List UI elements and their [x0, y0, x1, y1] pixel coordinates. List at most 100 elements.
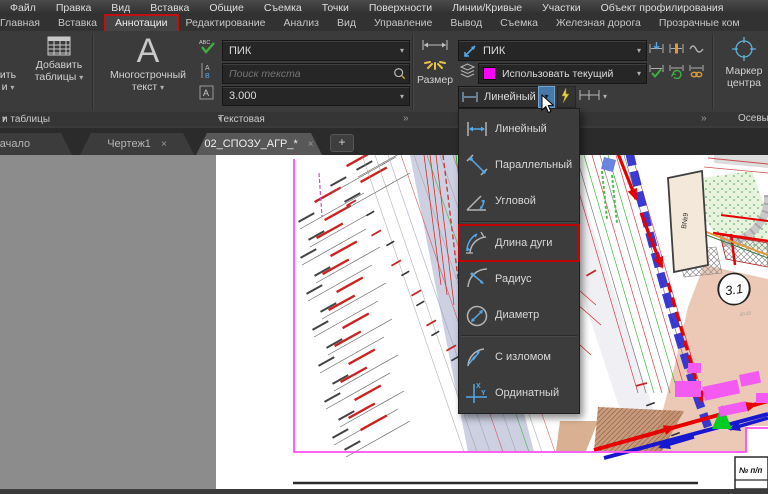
- drawing-viewport[interactable]: В№9 3.1 20.22 № п/п: [0, 133, 768, 490]
- jogged-dimension-icon: [467, 348, 485, 367]
- center-marker-button[interactable]: Маркер центра: [718, 36, 768, 89]
- menu-item-radius[interactable]: Радиус: [459, 261, 579, 297]
- text-align-icon[interactable]: A B: [200, 62, 216, 84]
- menu-item-diameter[interactable]: Диаметр: [459, 297, 579, 333]
- close-icon[interactable]: ×: [161, 139, 167, 150]
- menu-edit[interactable]: Правка: [46, 2, 101, 14]
- doc-tab-drawing1[interactable]: Чертеж1 ×: [80, 133, 194, 155]
- text-style-combo[interactable]: ПИК ▾: [222, 40, 410, 61]
- spell-check-icon[interactable]: ABC: [198, 38, 218, 54]
- dim-text-icon[interactable]: [668, 40, 685, 62]
- add-labels-button[interactable]: ить и ▾: [0, 69, 24, 94]
- table-header-cell: № п/п: [739, 466, 763, 475]
- search-icon[interactable]: [393, 66, 406, 81]
- table-icon: [47, 36, 71, 56]
- angular-dimension-icon: [466, 195, 486, 211]
- ribbon-tab-analysis[interactable]: Анализ: [275, 16, 328, 31]
- ribbon-tab-manage[interactable]: Управление: [365, 16, 441, 31]
- dim-type-split-button[interactable]: Линейный: [458, 86, 540, 108]
- text-panel-expander[interactable]: »: [403, 113, 409, 124]
- svg-text:X: X: [476, 383, 481, 390]
- layers-icon: [459, 62, 476, 84]
- menu-bar: Файл Правка Вид Вставка Общие Съемка Точ…: [0, 0, 768, 15]
- ribbon: ить и ▾ Добавить таблицы ▾ A Многострочн…: [0, 31, 768, 130]
- menu-item-linear[interactable]: Линейный: [459, 111, 579, 147]
- linear-dim-icon: [462, 92, 478, 102]
- svg-text:A: A: [205, 65, 210, 72]
- ordinate-dimension-icon: X Y: [466, 383, 487, 403]
- menu-profiling-object[interactable]: Объект профилирования: [591, 2, 734, 14]
- menu-item-ordinate[interactable]: X Y Ординатный: [459, 375, 579, 411]
- doc-tab-spozu[interactable]: 02_СПОЗУ_АГР_* ×: [196, 133, 322, 155]
- layer-color-swatch: [483, 67, 496, 80]
- dim-chain-button[interactable]: [578, 86, 602, 106]
- svg-text:ABC: ABC: [199, 40, 210, 46]
- dimension-button[interactable]: Размер: [413, 38, 457, 86]
- dropdown-arrow-icon: ▾: [160, 83, 165, 92]
- search-input[interactable]: [223, 66, 393, 81]
- center-panel-title: Осевые: [738, 113, 768, 124]
- add-tables-button[interactable]: Добавить таблицы ▾: [30, 36, 88, 84]
- dropdown-arrow-icon: ▾: [636, 69, 641, 78]
- dim-panel-expander[interactable]: »: [701, 113, 707, 124]
- menu-general[interactable]: Общие: [199, 2, 254, 14]
- panel-label-row: и таблицы ▾ Текстовая ▾ » Размеры ▾ » Ос…: [0, 112, 768, 126]
- ribbon-tab-output[interactable]: Вывод: [441, 16, 491, 31]
- quick-dimension-button[interactable]: [557, 86, 576, 108]
- ribbon-tab-insert[interactable]: Вставка: [49, 16, 106, 31]
- mtext-button[interactable]: A Многострочный текст ▾: [100, 33, 196, 94]
- doc-tab-start[interactable]: Начало: [0, 133, 72, 155]
- menu-item-angular[interactable]: Угловой: [459, 183, 579, 219]
- dim-update-icon[interactable]: [648, 40, 665, 62]
- callout-number: 3.1: [724, 281, 744, 298]
- ribbon-tab-survey[interactable]: Съемка: [491, 16, 547, 31]
- menu-item-jogged[interactable]: С изломом: [459, 339, 579, 375]
- dimension-icon: [422, 40, 448, 50]
- wavy-line-icon[interactable]: [688, 40, 705, 62]
- linear-dimension-icon: [467, 122, 487, 136]
- menu-item-arc-length[interactable]: Длина дуги: [458, 224, 580, 262]
- close-icon[interactable]: ×: [308, 139, 314, 150]
- menu-surfaces[interactable]: Поверхности: [359, 2, 442, 14]
- menu-insert[interactable]: Вставка: [140, 2, 199, 14]
- text-height-icon: A: [199, 85, 214, 105]
- aligned-dimension-icon: [466, 154, 488, 176]
- ribbon-tab-editing[interactable]: Редактирование: [177, 16, 275, 31]
- ribbon-tab-home[interactable]: Главная: [0, 16, 49, 31]
- dropdown-arrow-icon: ▾: [399, 46, 404, 55]
- sparkle-icon: [424, 61, 446, 70]
- ribbon-tab-railway[interactable]: Железная дорога: [547, 16, 650, 31]
- dim-style-combo[interactable]: ПИК ▾: [458, 40, 647, 61]
- menu-file[interactable]: Файл: [0, 2, 46, 14]
- menu-separator: [461, 335, 577, 337]
- new-tab-button[interactable]: +: [330, 134, 354, 152]
- menu-view[interactable]: Вид: [101, 2, 140, 14]
- dropdown-arrow-icon[interactable]: ▾: [603, 92, 607, 101]
- legend-tables: № п/п: [293, 456, 768, 490]
- ribbon-tab-view[interactable]: Вид: [328, 16, 365, 31]
- radius-dimension-icon: [467, 268, 488, 288]
- menu-item-aligned[interactable]: Параллельный: [459, 147, 579, 183]
- ribbon-tab-row: Главная Вставка Аннотации Редактирование…: [0, 13, 768, 33]
- dim-layer-combo[interactable]: Использовать текущий ▾: [478, 63, 647, 84]
- svg-text:B: B: [205, 73, 210, 79]
- menu-survey[interactable]: Съемка: [254, 2, 312, 14]
- dimension-type-dropdown: Линейный Параллельный Угловой Длина дуги: [458, 108, 580, 414]
- building-footprint: В№9: [667, 169, 709, 274]
- text-height-combo[interactable]: 3.000 ▾: [222, 86, 410, 106]
- menu-lines-curves[interactable]: Линии/Кривые: [442, 2, 532, 14]
- dim-refresh-icon[interactable]: [668, 62, 685, 84]
- text-search-field[interactable]: [222, 63, 410, 84]
- menu-separator: [461, 221, 577, 223]
- svg-text:A: A: [203, 88, 209, 98]
- dropdown-arrow-icon: ▾: [399, 91, 404, 101]
- document-tab-bar: Начало Чертеж1× 02_СПОЗУ_АГР_*× +: [0, 128, 768, 155]
- dim-style-icon: [464, 44, 476, 57]
- center-marker-icon: [732, 37, 756, 61]
- dim-check-icon[interactable]: [648, 62, 665, 84]
- menu-parcels[interactable]: Участки: [532, 2, 591, 14]
- ribbon-tab-annotations[interactable]: Аннотации: [104, 13, 179, 33]
- ribbon-tab-transparent[interactable]: Прозрачные ком: [650, 16, 749, 31]
- dim-link-icon[interactable]: [688, 62, 705, 84]
- menu-points[interactable]: Точки: [312, 2, 359, 14]
